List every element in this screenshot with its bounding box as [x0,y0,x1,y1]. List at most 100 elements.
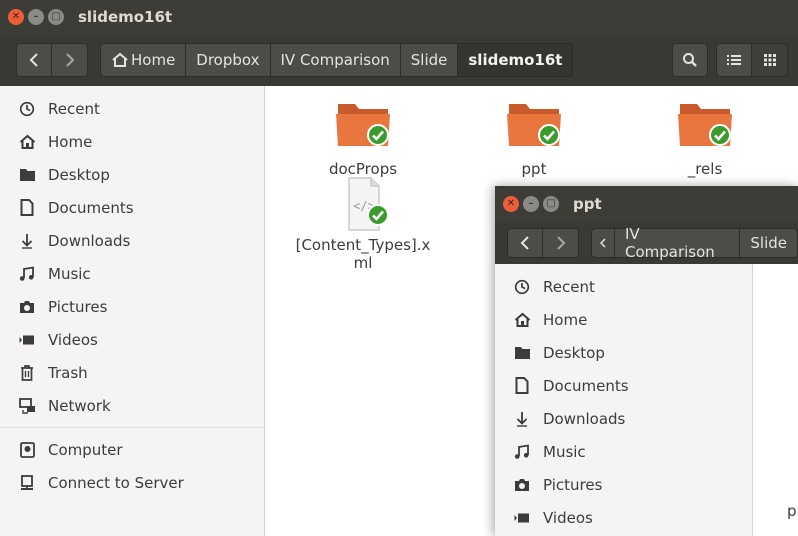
sidebar-item-documents[interactable]: Documents [0,191,264,224]
back-button[interactable] [507,228,543,258]
sidebar-item-music[interactable]: Music [0,257,264,290]
sidebar-item-label: Recent [543,277,595,296]
computer-icon [18,441,36,459]
sidebar-item-trash[interactable]: Trash [0,356,264,389]
window-title: ppt [573,195,602,213]
home-icon [18,133,36,151]
chevron-left-icon [29,53,38,67]
sidebar-item-computer[interactable]: Computer [0,433,264,466]
search-button[interactable] [672,43,708,77]
sidebar-item-network[interactable]: Network [0,389,264,422]
crumb-iv-comparison-label: IV Comparison [280,51,390,69]
file-item-rels[interactable]: _rels [630,100,780,178]
sidebar-item-home[interactable]: Home [495,303,752,336]
sidebar-item-desktop[interactable]: Desktop [495,336,752,369]
sidebar-item-label: Downloads [543,409,626,428]
sidebar-item-videos[interactable]: Videos [495,501,752,534]
sidebar-item-label: Home [48,132,93,151]
forward-button[interactable] [52,43,88,77]
breadcrumb: Home Dropbox IV Comparison Slide slidemo… [100,43,574,77]
crumb-iv-comparison[interactable]: IV Comparison [615,225,741,261]
sidebar-item-label: Recent [48,99,100,118]
second-titlebar: ✕ – □ ppt [495,186,798,222]
chevron-right-icon [65,53,74,67]
chevron-left-icon [520,236,529,250]
sidebar-item-recent[interactable]: Recent [0,92,264,125]
sidebar-item-recent[interactable]: Recent [495,270,752,303]
file-item-content-types[interactable]: </> [Content_Types].xml [288,176,438,272]
close-button[interactable]: ✕ [8,9,24,25]
crumb-home-label: Home [131,51,176,69]
sidebar-item-label: Connect to Server [48,473,184,492]
sidebar-item-label: Pictures [48,297,108,316]
crumb-slide-label: Slide [750,234,787,252]
sidebar-item-label: Music [48,264,91,283]
sidebar-item-label: Videos [543,508,593,527]
sidebar-item-connect-to-server[interactable]: Connect to Server [0,466,264,499]
breadcrumb: IV Comparison Slide [591,225,798,261]
synced-check-icon [538,124,560,146]
grid-view-button[interactable] [752,43,788,77]
main-toolbar: Home Dropbox IV Comparison Slide slidemo… [0,34,798,86]
sidebar-separator [0,427,264,428]
sidebar-item-home[interactable]: Home [0,125,264,158]
forward-button[interactable] [543,228,579,258]
sidebar-item-label: Computer [48,440,123,459]
crumb-slide-label: Slide [410,51,448,69]
minimize-button[interactable]: – [523,196,539,212]
chevron-left-icon [600,238,606,248]
sidebar-item-videos[interactable]: Videos [0,323,264,356]
document-icon [18,199,36,217]
clock-icon [18,100,36,118]
folder-icon [675,100,735,156]
sidebar-item-pictures[interactable]: Pictures [495,468,752,501]
file-item-ppt[interactable]: ppt [459,100,609,178]
folder-icon [504,100,564,156]
sidebar-item-label: Videos [48,330,98,349]
crumb-slidemo16t[interactable]: slidemo16t [458,43,574,77]
sidebar-item-pictures[interactable]: Pictures [0,290,264,323]
back-button[interactable] [16,43,52,77]
list-view-button[interactable] [716,43,752,77]
file-name: ppt [521,160,547,178]
sidebar-item-label: Home [543,310,588,329]
synced-check-icon [367,124,389,146]
second-window: ✕ – □ ppt IV Comparison Slide Recent Hom… [495,186,798,536]
maximize-button[interactable]: □ [48,9,64,25]
sidebar-item-music[interactable]: Music [495,435,752,468]
sidebar-item-label: Documents [543,376,629,395]
crumb-home[interactable]: Home [100,43,187,77]
minimize-button[interactable]: – [28,9,44,25]
sidebar-item-documents[interactable]: Documents [495,369,752,402]
crumb-slide[interactable]: Slide [400,43,459,77]
folder-icon [18,166,36,184]
file-name: [Content_Types].xml [295,236,431,272]
grid-icon [763,54,776,66]
clock-icon [513,278,531,296]
crumb-overflow-button[interactable] [591,228,615,258]
sidebar-item-label: Music [543,442,586,461]
crumb-slide[interactable]: Slide [740,228,798,258]
crumb-dropbox[interactable]: Dropbox [186,43,271,77]
file-item-docprops[interactable]: docProps [288,100,438,178]
window-title: slidemo16t [78,8,173,26]
synced-check-icon [367,204,389,226]
maximize-button[interactable]: □ [543,196,559,212]
synced-check-icon [709,124,731,146]
download-icon [18,232,36,250]
crumb-iv-comparison[interactable]: IV Comparison [270,43,401,77]
sidebar-item-desktop[interactable]: Desktop [0,158,264,191]
sidebar-item-label: Network [48,396,111,415]
sidebar-item-downloads[interactable]: Downloads [495,402,752,435]
second-toolbar: IV Comparison Slide [495,222,798,264]
network-icon [18,397,36,415]
home-icon [513,311,531,329]
partial-file-label: p [787,502,797,520]
sidebar-item-downloads[interactable]: Downloads [0,224,264,257]
search-icon [683,53,697,67]
camera-icon [513,476,531,494]
folder-icon [513,344,531,362]
chevron-right-icon [556,236,565,250]
close-button[interactable]: ✕ [503,196,519,212]
camera-icon [18,298,36,316]
